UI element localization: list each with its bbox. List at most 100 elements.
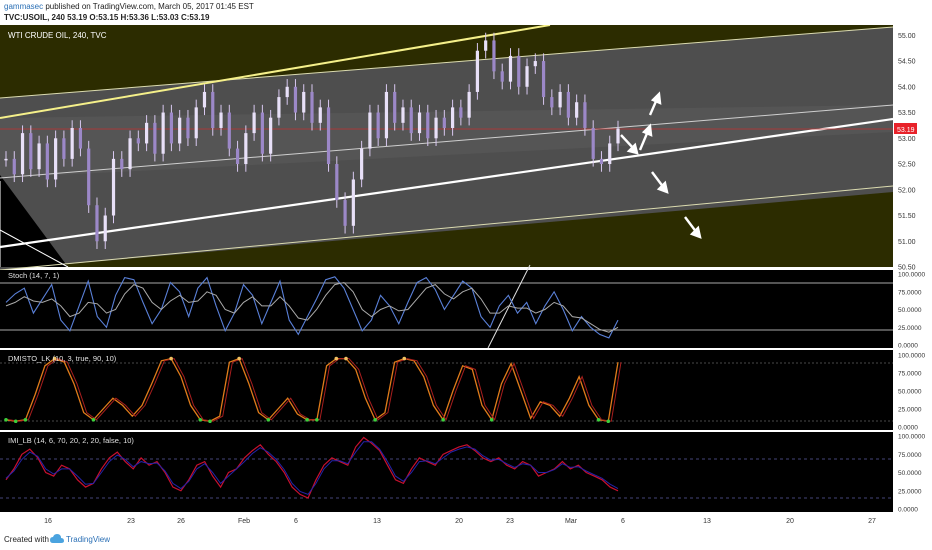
candle-body — [591, 127, 595, 159]
candle-body — [450, 107, 455, 128]
imi-pane-background — [0, 432, 893, 512]
candle-body — [302, 91, 306, 113]
price-axis-tick-label: 52.50 — [898, 162, 916, 169]
dmisto-buy-marker — [489, 418, 494, 422]
oscillator-axis-tick-label: 75.0000 — [898, 371, 922, 378]
candle-body — [384, 91, 389, 139]
publication-header: gammasec published on TradingView.com, M… — [0, 0, 932, 24]
candle-body — [508, 55, 513, 82]
candle-body — [467, 91, 471, 118]
dmisto-buy-marker — [208, 419, 212, 424]
candle-body — [434, 117, 438, 139]
dmisto-buy-marker — [266, 418, 271, 422]
candle-body — [62, 138, 66, 159]
candle-body — [95, 205, 99, 242]
dmisto-buy-marker — [315, 418, 319, 422]
time-axis-tick-label: 13 — [373, 518, 381, 525]
candle-body — [161, 112, 165, 154]
dmisto-buy-marker — [596, 418, 601, 422]
time-axis-tick-label: 20 — [455, 518, 463, 525]
candle-body — [575, 102, 579, 118]
chart-area[interactable]: WTI CRUDE OIL, 240, TVC 55.00 54.50 54.00 5… — [0, 24, 932, 530]
candle-body — [616, 128, 620, 144]
candle-body — [20, 133, 25, 175]
candle-body — [360, 148, 364, 180]
price-axis-tick-label: 53.50 — [898, 110, 916, 117]
dmisto-buy-marker — [606, 419, 611, 424]
candle-body — [128, 138, 132, 170]
candle-body — [4, 158, 8, 161]
oscillator-axis-tick-label: 50.0000 — [898, 389, 922, 396]
candle-body — [87, 148, 91, 206]
price-axis-tick-label: 51.50 — [898, 213, 916, 220]
candle-body — [178, 117, 182, 144]
dmisto-buy-marker — [91, 418, 96, 422]
candle-body — [153, 122, 157, 154]
dmisto-buy-marker — [4, 418, 8, 422]
candle-body — [409, 107, 413, 134]
candle-body — [244, 133, 248, 165]
stoch-pane-background — [0, 270, 893, 348]
time-axis-tick-label: 13 — [703, 518, 711, 525]
candle-body — [417, 112, 422, 134]
candle-body — [54, 138, 58, 180]
candle-body — [442, 117, 446, 128]
candle-body — [202, 91, 207, 108]
candle-body — [326, 107, 331, 165]
candle-body — [393, 91, 397, 123]
candle-body — [219, 112, 223, 128]
dmisto-sell-marker — [169, 356, 173, 361]
candle-body — [120, 158, 124, 170]
dmisto-sell-marker — [334, 356, 339, 361]
created-with-text: Created with — [4, 535, 49, 544]
time-axis-tick-label: 26 — [177, 518, 185, 525]
price-axis-tick-label: 52.00 — [898, 187, 916, 194]
candle-body — [269, 117, 273, 154]
imi-pane-title: IMI_LB (14, 6, 70, 20, 2, 20, false, 10) — [8, 436, 134, 445]
candle-body — [583, 102, 587, 128]
publication-line: gammasec published on TradingView.com, M… — [4, 2, 254, 12]
price-axis-tick-label: 50.50 — [898, 265, 916, 272]
price-axis-tick-label: 55.00 — [898, 33, 916, 40]
dmisto-sell-marker — [402, 356, 407, 361]
oscillator-axis-tick-label: 100.0000 — [898, 353, 925, 360]
price-axis-tick-label: 54.00 — [898, 84, 916, 91]
time-axis-tick-label: 16 — [44, 518, 52, 525]
time-axis-tick-label: Feb — [238, 518, 250, 525]
oscillator-axis-tick-label: 50.0000 — [898, 307, 922, 314]
candle-body — [227, 112, 231, 149]
candle-body — [525, 66, 529, 87]
candle-body — [500, 71, 504, 82]
candle-body — [492, 40, 496, 72]
candle-body — [194, 107, 198, 139]
price-axis-tick-label: 51.00 — [898, 239, 916, 246]
dmisto-buy-marker — [198, 418, 203, 422]
author-username[interactable]: gammasec — [4, 2, 43, 11]
oscillator-axis-tick-label: 25.0000 — [898, 407, 922, 414]
price-axis-tick-label: 54.50 — [898, 59, 916, 66]
tradingview-brand-link[interactable]: TradingView — [66, 535, 110, 544]
price-pane-title: WTI CRUDE OIL, 240, TVC — [8, 31, 107, 40]
candle-body — [103, 215, 107, 242]
oscillator-axis-tick-label: 25.0000 — [898, 488, 922, 495]
oscillator-axis-tick-label: 75.0000 — [898, 289, 922, 296]
symbol-ohlc-line: TVC:USOIL, 240 53.19 O:53.15 H:53.36 L:5… — [4, 13, 210, 22]
time-axis-tick-label: Mar — [565, 518, 578, 525]
candle-body — [533, 61, 537, 67]
chart-canvas[interactable]: WTI CRUDE OIL, 240, TVC 55.00 54.50 54.00 5… — [0, 24, 932, 530]
candle-body — [169, 112, 174, 144]
stoch-pane-title: Stoch (14, 7, 1) — [8, 271, 60, 280]
dmisto-sell-marker — [344, 356, 348, 361]
candle-body — [484, 40, 488, 51]
dmisto-buy-marker — [13, 419, 18, 424]
oscillator-axis-tick-label: 100.0000 — [898, 434, 925, 441]
candle-body — [45, 143, 49, 180]
candle-body — [335, 164, 339, 201]
candle-body — [186, 117, 190, 139]
candle-body — [211, 91, 215, 128]
candle-body — [541, 61, 546, 98]
dmisto-buy-marker — [441, 418, 445, 422]
time-axis-tick-label: 6 — [621, 518, 625, 525]
dmisto-buy-marker — [23, 418, 28, 422]
candle-body — [29, 133, 33, 170]
